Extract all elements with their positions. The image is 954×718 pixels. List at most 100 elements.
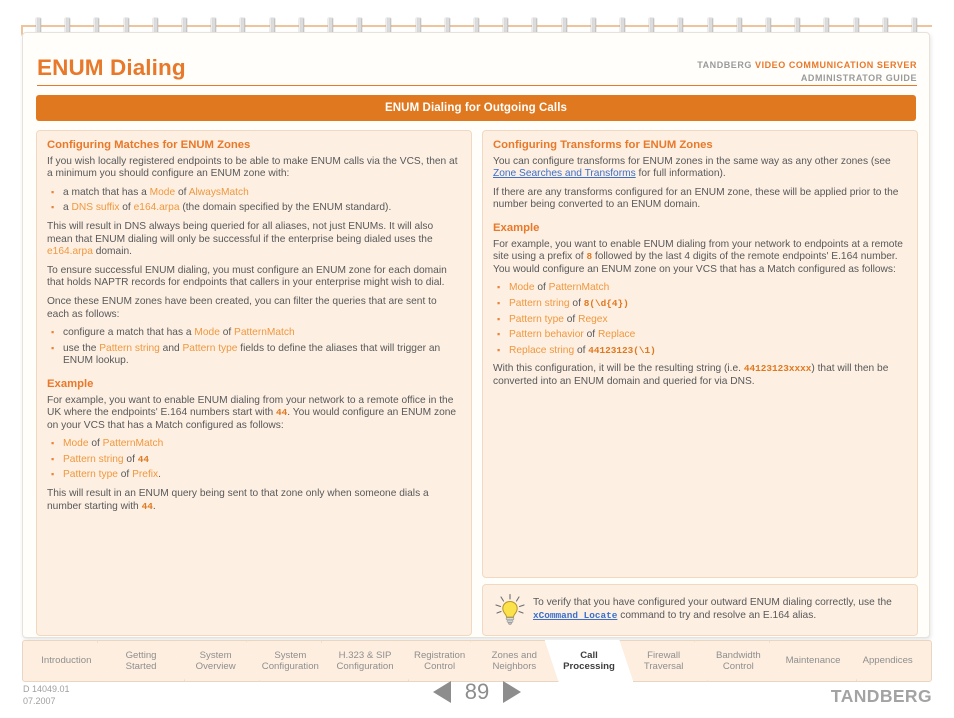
left-para-3: To ensure successful ENUM dialing, you m… [47,264,447,289]
brand-subtitle: ADMINISTRATOR GUIDE [800,73,917,83]
binding-ring [590,18,596,33]
tab-label: Bandwidth Control [715,649,761,672]
bullet-keyword-2: AlwaysMatch [188,186,249,198]
bullet-keyword-1: Replace string [509,344,575,356]
xcommand-locate-link[interactable]: xCommand Locate [533,610,617,621]
binding-ring [357,18,363,33]
tip-box: To verify that you have configured your … [482,584,918,636]
right-closing-code: 44123123xxxx [743,363,812,375]
list-item: a match that has a Mode of AlwaysMatch [47,186,461,200]
binding-ring [766,18,771,33]
tip-text-a: To verify that you have configured your … [533,597,892,609]
tab-label: Maintenance [785,655,841,667]
left-example-para: For example, you want to enable ENUM dia… [47,395,461,433]
tab-h-323-sip-configuration[interactable]: H.323 & SIP Configuration [321,640,410,682]
binding-ring [123,18,129,33]
bullet-keyword-2: Pattern type [182,342,238,354]
tab-appendices[interactable]: Appendices [843,640,932,682]
binding-ring [444,18,450,33]
binding-ring [36,18,41,33]
binding-ring [474,18,479,33]
binding-ring [211,18,217,33]
bullet-mid: of [123,453,138,465]
left-closing-para: This will result in an ENUM query being … [47,488,461,513]
binding-ring [298,18,304,33]
tab-registration-control[interactable]: Registration Control [395,640,484,682]
binding-ring [795,18,801,33]
binding-ring [269,18,275,33]
section-banner-label: ENUM Dialing for Outgoing Calls [385,102,567,114]
binding-ring [240,18,246,33]
tab-maintenance[interactable]: Maintenance [769,640,858,682]
bullet-mid: of [534,282,549,294]
triangle-left-icon[interactable] [432,681,451,703]
bullet-keyword-1: Pattern behavior [509,329,584,341]
triangle-right-icon[interactable] [503,681,522,703]
bullet-keyword-1: Mode [63,438,89,450]
left-panel-heading: Configuring Matches for ENUM Zones [47,139,251,151]
bullet-value: 44 [137,453,150,465]
bullet-value: Replace [597,329,636,341]
bullet-mid: of [569,297,584,309]
left-para-2-a: This will result in DNS always being que… [47,220,434,245]
tab-system-overview[interactable]: System Overview [171,640,260,682]
chapter-tab-bar: Introduction Getting Started System Overview… [22,640,932,682]
bullet-value: Prefix [132,469,159,481]
binding-ring [824,18,830,33]
zone-searches-link[interactable]: Zone Searches and Transforms [493,168,636,179]
tab-firewall-traversal[interactable]: Firewall Traversal [619,640,708,682]
binding-ring [912,18,917,33]
list-item: a DNS suffix of e164.arpa (the domain sp… [47,201,461,215]
document-page: ENUM Dialing TANDBERG VIDEO COMMUNICATIO… [22,32,930,638]
tab-zones-and-neighbors[interactable]: Zones and Neighbors [470,640,559,682]
binding-ring [561,18,567,33]
brand-block: TANDBERG VIDEO COMMUNICATION SERVER ADMI… [697,59,917,84]
right-closing-para: With this configuration, it will be the … [493,363,907,388]
left-example-code: 44 [276,407,288,419]
binding-ring [882,18,888,33]
bullet-mid: of [574,344,589,356]
binding-ring [532,18,538,33]
bullet-keyword-1: Pattern string [509,297,570,309]
binding-ring [503,18,509,33]
right-example-bullets: Mode of PatternMatch Pattern string of 8… [493,281,907,358]
tab-label: System Configuration [261,649,319,672]
binding-ring [736,18,742,33]
right-para-1-a: You can configure transforms for ENUM zo… [493,155,891,167]
list-item: Replace string of 44123123(\1) [493,344,907,358]
bullet-mid: of [219,327,235,339]
list-item: use the Pattern string and Pattern type … [47,342,461,368]
binding-ring [620,18,625,33]
tab-label: Registration Control [414,649,466,672]
bullet-mid: of [175,186,189,198]
tab-getting-started[interactable]: Getting Started [97,640,186,682]
tab-bandwidth-control[interactable]: Bandwidth Control [694,640,783,682]
tab-label: Firewall Traversal [643,649,684,672]
bullet-pre: configure a match that has a [63,327,195,339]
tab-introduction[interactable]: Introduction [22,640,111,682]
left-para-2: This will result in DNS always being que… [47,221,461,259]
list-item: Pattern behavior of Replace [493,328,907,342]
tab-label: Getting Started [125,649,157,672]
bullet-keyword-1: Pattern type [63,469,118,481]
pager: 89 [0,679,954,705]
bullet-value: Regex [578,313,608,325]
left-closing-a: This will result in an ENUM query being … [47,488,429,512]
bullet-keyword-1: Pattern type [509,313,564,325]
tab-system-configuration[interactable]: System Configuration [246,640,335,682]
binding-ring [65,18,71,33]
right-content-panel: Configuring Transforms for ENUM Zones Yo… [482,130,918,578]
left-bullet-list-2: configure a match that has a Mode of Pat… [47,326,461,368]
binding-ring [853,18,859,33]
binding-ring [328,18,333,33]
bullet-mid: of [119,202,134,214]
tab-call-processing[interactable]: Call Processing [545,640,634,682]
left-bullet-list-1: a match that has a Mode of AlwaysMatch a… [47,186,461,215]
tab-label: H.323 & SIP Configuration [336,649,394,672]
left-example-bullets: Mode of PatternMatch Pattern string of 4… [47,437,461,482]
left-para-2-b: domain. [92,246,132,258]
page-number: 89 [464,679,490,704]
bullet-pre: a match that has a [63,186,150,198]
bullet-mid: of [583,329,598,341]
bullet-post: (the domain specified by the ENUM standa… [179,202,392,214]
